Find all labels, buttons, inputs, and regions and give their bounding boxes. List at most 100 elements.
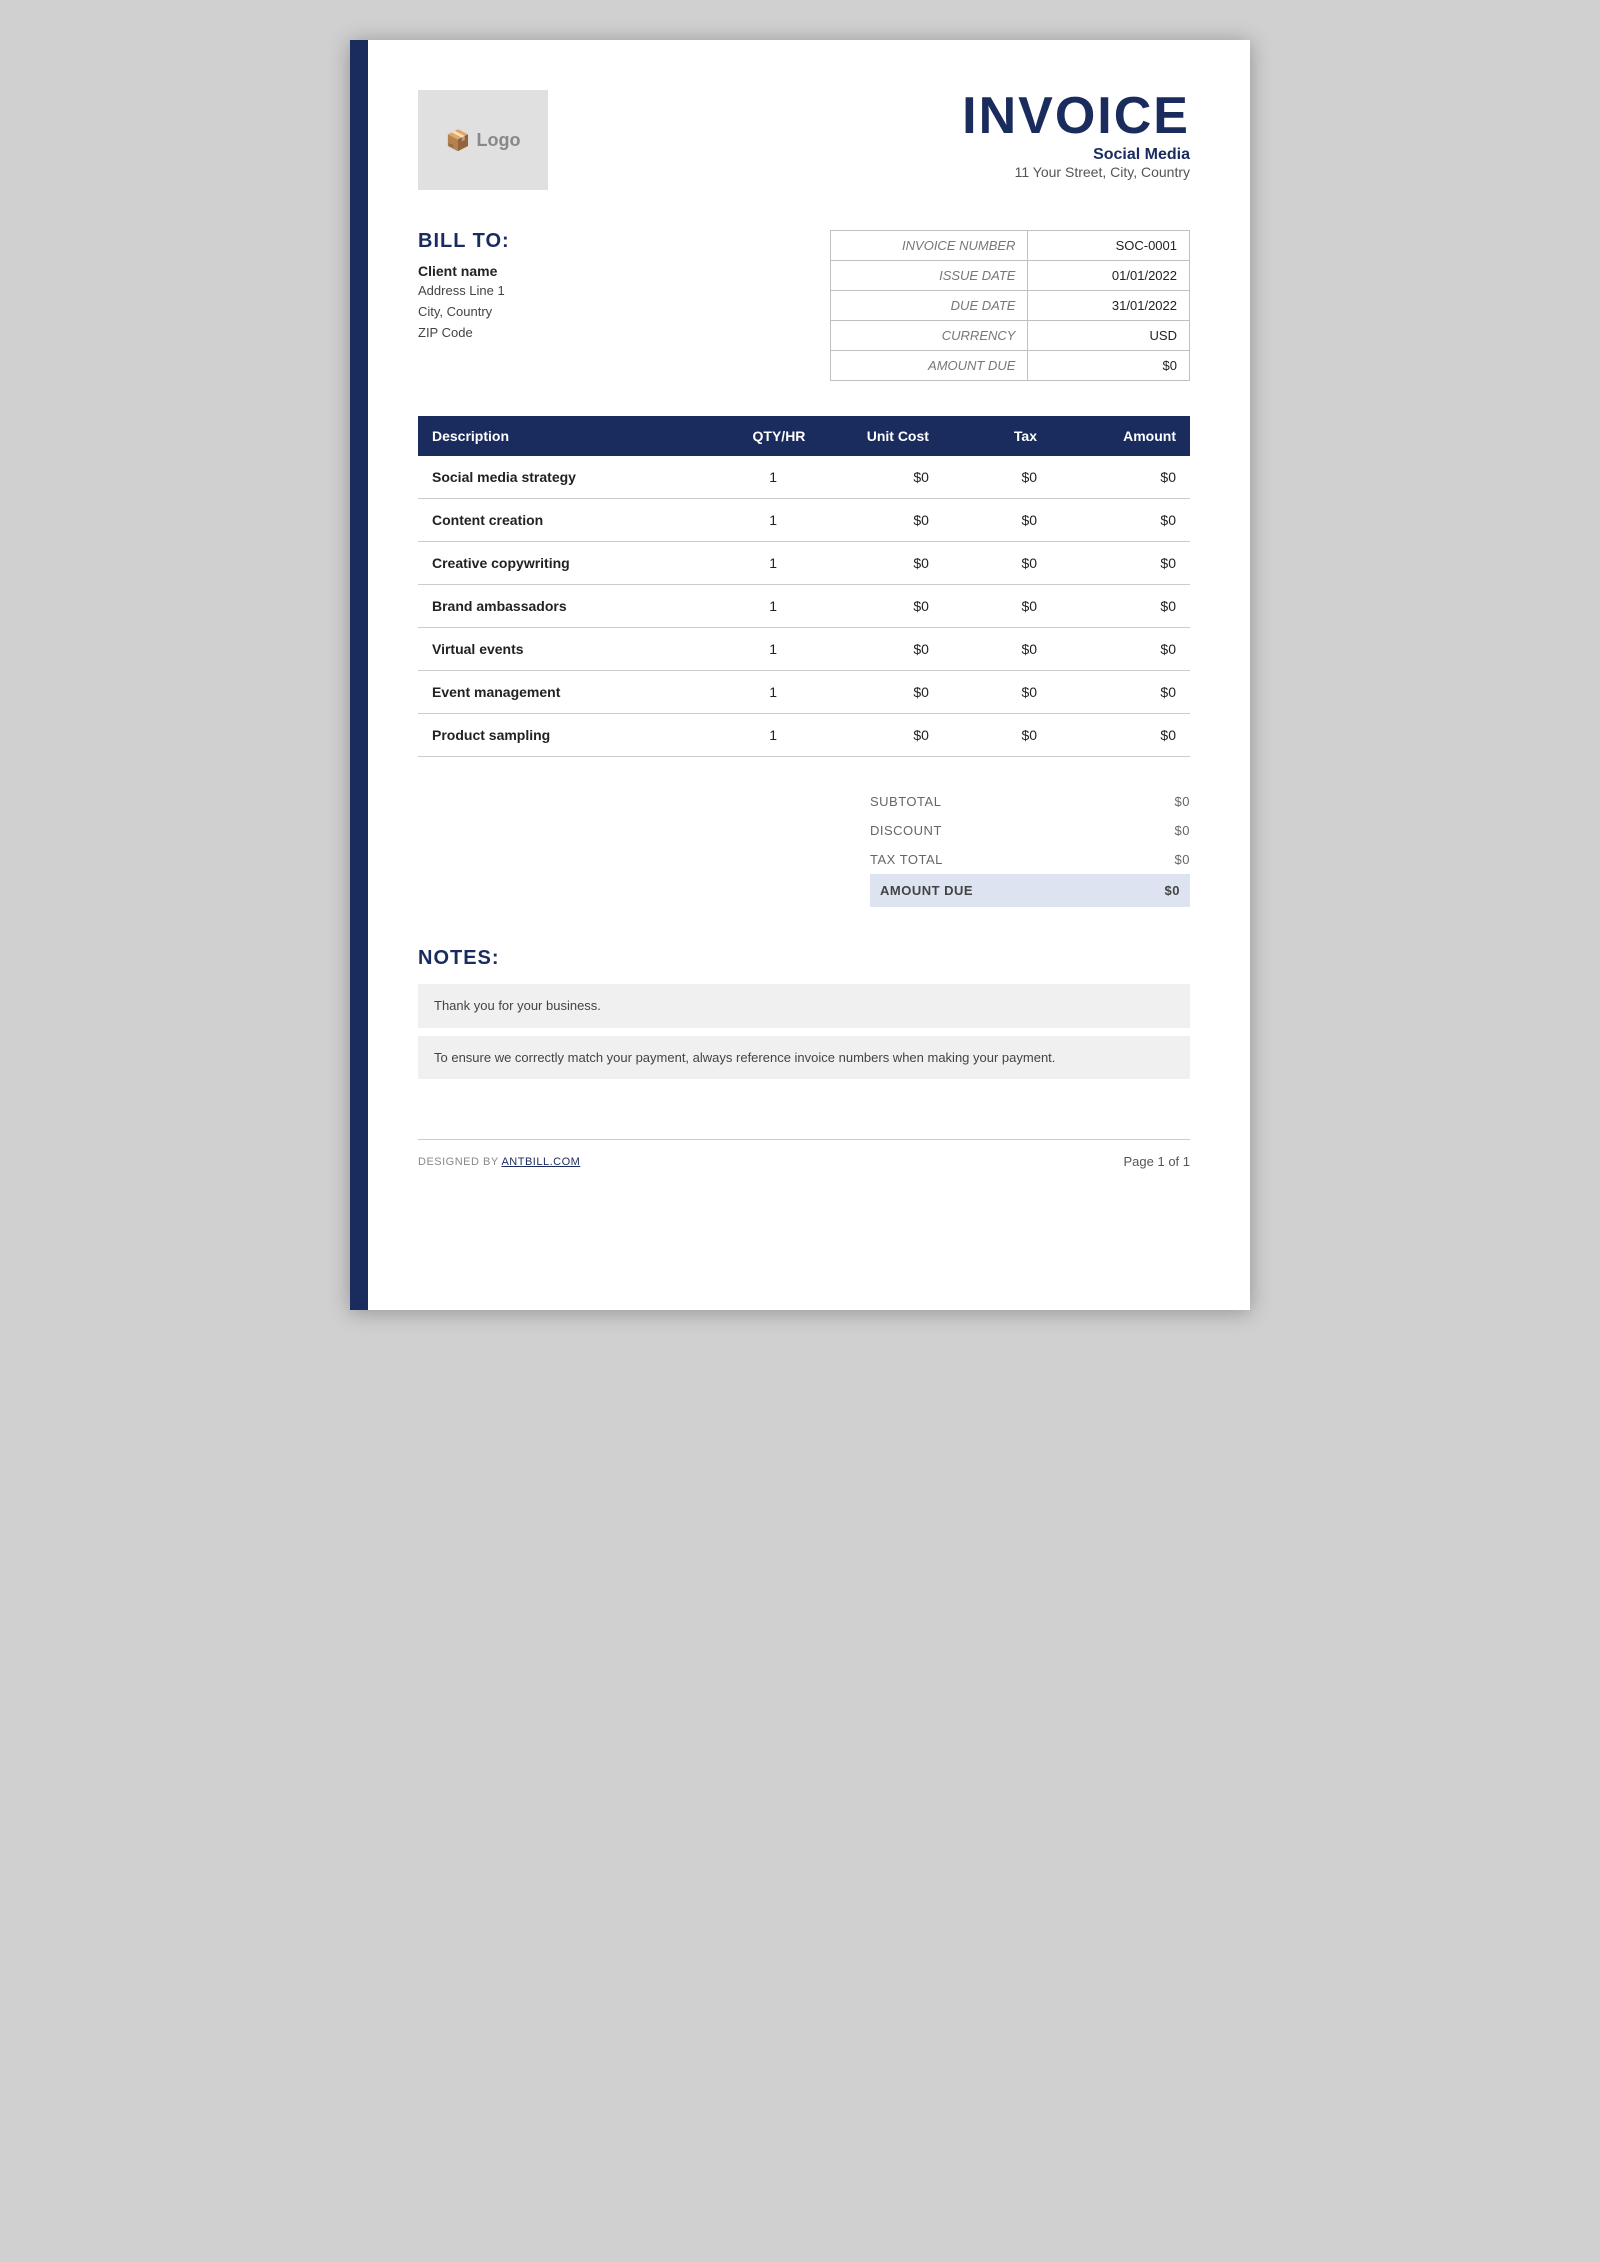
notes-section: NOTES: Thank you for your business. To e…	[418, 947, 1190, 1079]
item-tax: $0	[943, 671, 1051, 714]
col-header-tax: Tax	[943, 416, 1051, 456]
item-tax: $0	[943, 628, 1051, 671]
bill-to-block: BILL TO: Client name Address Line 1 City…	[418, 230, 830, 343]
item-tax: $0	[943, 542, 1051, 585]
meta-label: ISSUE DATE	[831, 261, 1028, 291]
item-amount: $0	[1051, 499, 1190, 542]
item-desc: Content creation	[418, 499, 727, 542]
items-table-header: Description QTY/HR Unit Cost Tax Amount	[418, 416, 1190, 456]
item-unit: $0	[819, 456, 943, 499]
item-desc: Virtual events	[418, 628, 727, 671]
item-tax: $0	[943, 456, 1051, 499]
meta-table: INVOICE NUMBER SOC-0001 ISSUE DATE 01/01…	[830, 230, 1190, 381]
invoice-title-block: INVOICE Social Media 11 Your Street, Cit…	[962, 90, 1190, 180]
col-header-qty: QTY/HR	[727, 416, 820, 456]
totals-discount: DISCOUNT $0	[870, 816, 1190, 845]
item-qty: 1	[727, 585, 820, 628]
item-qty: 1	[727, 671, 820, 714]
meta-value: 01/01/2022	[1028, 261, 1190, 291]
client-name: Client name	[418, 263, 830, 279]
item-desc: Brand ambassadors	[418, 585, 727, 628]
tax-value: $0	[1175, 852, 1190, 867]
logo-text: Logo	[476, 130, 520, 151]
amount-due-value: $0	[1165, 883, 1180, 898]
client-address-line3: ZIP Code	[418, 323, 830, 344]
totals-table: SUBTOTAL $0 DISCOUNT $0 TAX TOTAL $0 AMO…	[870, 787, 1190, 907]
page-footer: DESIGNED BY ANTBILL.COM Page 1 of 1	[418, 1139, 1190, 1169]
footer-credit: DESIGNED BY ANTBILL.COM	[418, 1156, 580, 1168]
item-qty: 1	[727, 456, 820, 499]
meta-row: INVOICE NUMBER SOC-0001	[831, 231, 1190, 261]
item-desc: Event management	[418, 671, 727, 714]
item-unit: $0	[819, 714, 943, 757]
logo-box: 📦 Logo	[418, 90, 548, 190]
item-qty: 1	[727, 542, 820, 585]
item-desc: Creative copywriting	[418, 542, 727, 585]
left-accent-bar	[350, 40, 368, 1310]
meta-label: DUE DATE	[831, 291, 1028, 321]
designed-by-text: DESIGNED BY	[418, 1156, 499, 1168]
item-unit: $0	[819, 628, 943, 671]
table-row: Virtual events 1 $0 $0 $0	[418, 628, 1190, 671]
item-unit: $0	[819, 542, 943, 585]
meta-value: USD	[1028, 321, 1190, 351]
subtotal-value: $0	[1175, 794, 1190, 809]
totals-subtotal: SUBTOTAL $0	[870, 787, 1190, 816]
item-unit: $0	[819, 671, 943, 714]
item-amount: $0	[1051, 456, 1190, 499]
totals-section: SUBTOTAL $0 DISCOUNT $0 TAX TOTAL $0 AMO…	[418, 787, 1190, 907]
logo-icon: 📦	[446, 128, 471, 153]
item-qty: 1	[727, 714, 820, 757]
items-table-body: Social media strategy 1 $0 $0 $0 Content…	[418, 456, 1190, 757]
item-tax: $0	[943, 585, 1051, 628]
table-row: Creative copywriting 1 $0 $0 $0	[418, 542, 1190, 585]
tax-label: TAX TOTAL	[870, 852, 943, 867]
meta-label: AMOUNT DUE	[831, 351, 1028, 381]
table-row: Product sampling 1 $0 $0 $0	[418, 714, 1190, 757]
meta-row: ISSUE DATE 01/01/2022	[831, 261, 1190, 291]
page-content: 📦 Logo INVOICE Social Media 11 Your Stre…	[368, 40, 1250, 1209]
amount-due-label: AMOUNT DUE	[880, 883, 973, 898]
antbill-link[interactable]: ANTBILL.COM	[501, 1156, 580, 1168]
notes-label: NOTES:	[418, 947, 1190, 970]
item-unit: $0	[819, 499, 943, 542]
col-header-amount: Amount	[1051, 416, 1190, 456]
invoice-page: 📦 Logo INVOICE Social Media 11 Your Stre…	[350, 40, 1250, 1310]
item-tax: $0	[943, 499, 1051, 542]
item-amount: $0	[1051, 671, 1190, 714]
table-row: Social media strategy 1 $0 $0 $0	[418, 456, 1190, 499]
company-name: Social Media	[962, 146, 1190, 164]
col-header-desc: Description	[418, 416, 727, 456]
meta-value: SOC-0001	[1028, 231, 1190, 261]
meta-row: CURRENCY USD	[831, 321, 1190, 351]
item-amount: $0	[1051, 714, 1190, 757]
meta-label: INVOICE NUMBER	[831, 231, 1028, 261]
item-qty: 1	[727, 628, 820, 671]
item-desc: Social media strategy	[418, 456, 727, 499]
invoice-title: INVOICE	[962, 90, 1190, 142]
bill-to-label: BILL TO:	[418, 230, 830, 253]
item-amount: $0	[1051, 585, 1190, 628]
items-table: Description QTY/HR Unit Cost Tax Amount …	[418, 416, 1190, 757]
discount-label: DISCOUNT	[870, 823, 942, 838]
item-qty: 1	[727, 499, 820, 542]
table-row: Event management 1 $0 $0 $0	[418, 671, 1190, 714]
table-row: Content creation 1 $0 $0 $0	[418, 499, 1190, 542]
discount-value: $0	[1175, 823, 1190, 838]
subtotal-label: SUBTOTAL	[870, 794, 941, 809]
item-tax: $0	[943, 714, 1051, 757]
note-2: To ensure we correctly match your paymen…	[418, 1036, 1190, 1080]
item-amount: $0	[1051, 628, 1190, 671]
col-header-unit: Unit Cost	[819, 416, 943, 456]
meta-value: $0	[1028, 351, 1190, 381]
item-desc: Product sampling	[418, 714, 727, 757]
client-address-line2: City, Country	[418, 302, 830, 323]
client-address-line1: Address Line 1	[418, 281, 830, 302]
billing-section: BILL TO: Client name Address Line 1 City…	[418, 230, 1190, 381]
meta-row: DUE DATE 31/01/2022	[831, 291, 1190, 321]
invoice-header: 📦 Logo INVOICE Social Media 11 Your Stre…	[418, 90, 1190, 190]
company-address: 11 Your Street, City, Country	[962, 164, 1190, 180]
meta-label: CURRENCY	[831, 321, 1028, 351]
meta-row: AMOUNT DUE $0	[831, 351, 1190, 381]
page-number: Page 1 of 1	[1124, 1154, 1191, 1169]
